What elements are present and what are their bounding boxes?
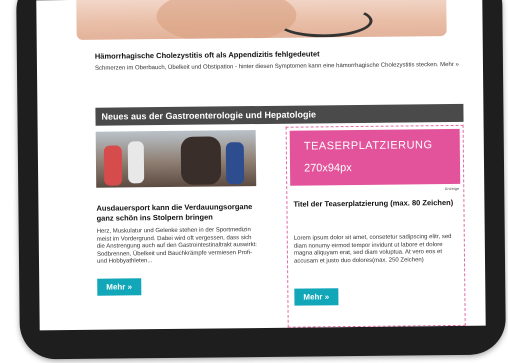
teaser-banner-line2: 270x94px	[303, 162, 352, 175]
tablet-screen: Hämorrhagische Cholezystitis oft als App…	[36, 0, 486, 331]
teaser-banner[interactable]: TEASERPLATZIERUNG 270x94px	[289, 128, 461, 186]
runner-shape	[103, 145, 123, 186]
runner-shape	[225, 142, 245, 185]
more-button-left[interactable]: Mehr »	[97, 278, 142, 296]
featured-article-title[interactable]: Hämorrhagische Cholezystitis oft als App…	[95, 48, 465, 60]
teaser-text: Lorem ipsum dolor sit amet, consetetur s…	[293, 234, 452, 265]
featured-article-text: Schmerzen im Oberbauch, Übelkeit und Obs…	[94, 61, 459, 72]
featured-article[interactable]: Hämorrhagische Cholezystitis oft als App…	[95, 48, 465, 73]
article-left-title[interactable]: Ausdauersport kann die Verdauungsorgane …	[96, 202, 260, 223]
teaser-title[interactable]: Titel der Teaserplatzierung (max. 80 Zei…	[293, 198, 455, 209]
teaser-banner-line1: TEASERPLATZIERUNG	[303, 139, 433, 153]
hero-image-stethoscope	[276, 4, 373, 38]
tablet-frame: Hämorrhagische Cholezystitis oft als App…	[15, 0, 507, 360]
teaser-placement: TEASERPLATZIERUNG 270x94px Anzeige Titel…	[285, 124, 466, 328]
more-button-teaser[interactable]: Mehr »	[294, 288, 339, 306]
section-heading: Neues aus der Gastroenterologie und Hepa…	[95, 103, 464, 126]
hero-image	[76, 0, 447, 40]
runner-shape	[127, 141, 145, 184]
sport-image[interactable]	[95, 130, 257, 188]
article-left-text: Herz, Muskulatur und Gelenke stehen in d…	[96, 227, 257, 266]
ad-label: Anzeige	[444, 185, 460, 192]
runner-shape	[180, 136, 222, 185]
article-card-left: Ausdauersport kann die Verdauungsorgane …	[95, 130, 262, 296]
